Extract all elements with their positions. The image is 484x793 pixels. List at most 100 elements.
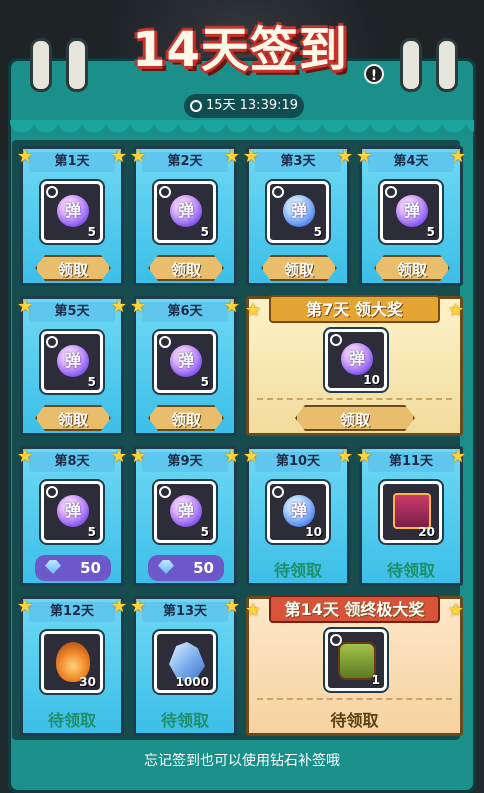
claim-button[interactable]: 领取 <box>374 255 450 281</box>
reward-slot[interactable]: 20 <box>380 481 442 543</box>
reward-quantity: 5 <box>200 525 209 539</box>
day-card-3: 第3天 ★ ★ 弹 5 领取 <box>243 146 353 286</box>
star-icon: ★ <box>130 446 147 467</box>
clock-icon <box>159 186 171 198</box>
title-area: 14天签到 15天 13:39:19 <box>80 0 400 118</box>
star-icon: ★ <box>17 296 34 317</box>
bullet-orb-icon: 弹 <box>170 345 202 377</box>
diamond-makeup-button[interactable]: 50 <box>148 555 224 581</box>
clock-icon <box>330 334 342 346</box>
star-icon: ★ <box>223 146 240 167</box>
day-card-9: 第9天 ★ ★ 弹 5 50 <box>130 446 240 586</box>
grand-prize-label: 第7天 领大奖 <box>269 295 440 323</box>
claim-button[interactable]: 领取 <box>35 405 111 431</box>
star-icon: ★ <box>447 300 464 321</box>
reward-slot[interactable]: 30 <box>41 631 103 693</box>
reward-slot[interactable]: 弹 5 <box>154 331 216 393</box>
reward-quantity: 1000 <box>175 675 209 689</box>
clock-icon <box>272 486 284 498</box>
reward-slot[interactable]: 弹 5 <box>41 181 103 243</box>
claim-button[interactable]: 领取 <box>35 255 111 281</box>
page-title: 14天签到 <box>132 22 348 78</box>
day-card-1: 第1天 ★ ★ 弹 5 领取 <box>17 146 127 286</box>
clock-icon <box>46 336 58 348</box>
reward-slot[interactable]: 弹 5 <box>41 481 103 543</box>
diamond-icon <box>45 560 61 574</box>
day-card-8: 第8天 ★ ★ 弹 5 50 <box>17 446 127 586</box>
claim-button[interactable]: 领取 <box>148 405 224 431</box>
reward-quantity: 5 <box>200 375 209 389</box>
day-card-11: 第11天 ★ ★ 20 待领取 <box>356 446 466 586</box>
star-icon: ★ <box>449 146 466 167</box>
pending-status: 待领取 <box>386 561 435 580</box>
reward-quantity: 5 <box>426 225 435 239</box>
reward-slot[interactable]: 弹 5 <box>154 181 216 243</box>
reward-slot[interactable]: 弹 5 <box>380 181 442 243</box>
star-icon: ★ <box>356 146 373 167</box>
star-icon: ★ <box>130 596 147 617</box>
divider <box>257 398 452 400</box>
pending-status: 待领取 <box>273 561 322 580</box>
bullet-orb-icon: 弹 <box>283 195 315 227</box>
day-card-5: 第5天 ★ ★ 弹 5 领取 <box>17 296 127 436</box>
reward-slot[interactable]: 弹 10 <box>267 481 329 543</box>
bullet-orb-icon: 弹 <box>396 195 428 227</box>
star-icon: ★ <box>243 446 260 467</box>
diamond-cost: 50 <box>80 559 101 577</box>
claim-button[interactable]: 领取 <box>295 405 415 431</box>
day-label: 第5天 <box>29 302 115 322</box>
reward-slot[interactable]: 弹 5 <box>267 181 329 243</box>
star-icon: ★ <box>243 146 260 167</box>
star-icon: ★ <box>110 296 127 317</box>
star-icon: ★ <box>336 446 353 467</box>
reward-slot[interactable]: 1 <box>325 629 387 691</box>
day-card-13: 第13天 ★ ★ 1000 待领取 <box>130 596 240 736</box>
pending-status: 待领取 <box>160 711 209 730</box>
claim-button[interactable]: 领取 <box>148 255 224 281</box>
countdown-timer: 15天 13:39:19 <box>184 94 304 118</box>
star-icon: ★ <box>17 596 34 617</box>
claim-button[interactable]: 领取 <box>261 255 337 281</box>
reward-slot[interactable]: 弹 10 <box>325 329 387 391</box>
day-label: 第3天 <box>255 152 341 172</box>
pillar-right-2 <box>436 38 458 92</box>
clock-icon <box>46 186 58 198</box>
day-card-10: 第10天 ★ ★ 弹 10 待领取 <box>243 446 353 586</box>
scallop-trim <box>10 120 474 134</box>
star-icon: ★ <box>336 146 353 167</box>
clock-icon <box>159 486 171 498</box>
reward-slot[interactable]: 弹 5 <box>41 331 103 393</box>
day-label: 第13天 <box>142 602 228 622</box>
day-label: 第8天 <box>29 452 115 472</box>
day-card-12: 第12天 ★ ★ 30 待领取 <box>17 596 127 736</box>
pillar-right-1 <box>400 38 422 92</box>
day-label: 第11天 <box>368 452 454 472</box>
reward-quantity: 1 <box>371 673 380 687</box>
star-icon: ★ <box>447 600 464 621</box>
clock-icon <box>272 186 284 198</box>
day-card-6: 第6天 ★ ★ 弹 5 领取 <box>130 296 240 436</box>
star-icon: ★ <box>110 596 127 617</box>
star-icon: ★ <box>110 146 127 167</box>
star-icon: ★ <box>130 146 147 167</box>
diamond-cost: 50 <box>193 559 214 577</box>
star-icon: ★ <box>223 446 240 467</box>
pending-status: 待领取 <box>47 711 96 730</box>
help-icon[interactable]: ! <box>364 64 384 84</box>
bullet-orb-icon: 弹 <box>170 195 202 227</box>
reward-quantity: 5 <box>87 375 96 389</box>
grand-prize-label: 第14天 领终极大奖 <box>269 595 440 623</box>
star-icon: ★ <box>245 600 262 621</box>
bullet-orb-icon: 弹 <box>57 345 89 377</box>
star-icon: ★ <box>223 596 240 617</box>
footer-hint: 忘记签到也可以使用钻石补签哦 <box>144 753 340 769</box>
reward-slot[interactable]: 弹 5 <box>154 481 216 543</box>
clock-icon <box>46 486 58 498</box>
bullet-orb-icon: 弹 <box>283 495 315 527</box>
reward-slot[interactable]: 1000 <box>154 631 216 693</box>
star-icon: ★ <box>356 446 373 467</box>
reward-quantity: 10 <box>305 525 322 539</box>
bullet-orb-icon: 弹 <box>170 495 202 527</box>
diamond-makeup-button[interactable]: 50 <box>35 555 111 581</box>
day-label: 第9天 <box>142 452 228 472</box>
